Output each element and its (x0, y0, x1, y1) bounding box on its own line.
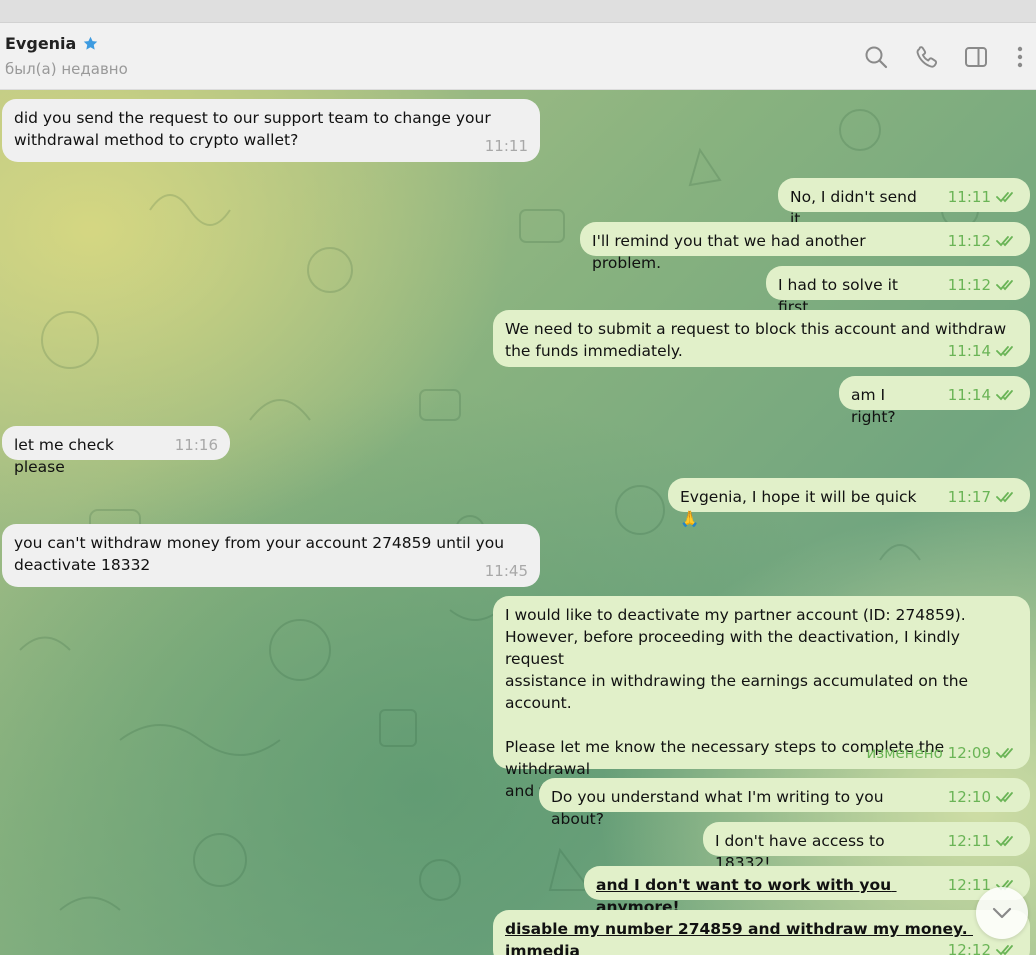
message-meta: 11:14 (948, 340, 1018, 362)
message-text: disable my number 274859 and withdraw my… (505, 920, 973, 955)
message-text: We need to submit a request to block thi… (505, 320, 1007, 360)
message-meta: 11:12 (948, 230, 1018, 252)
chat-header: Evgenia был(а) недавно (0, 23, 1036, 90)
message-text: I would like to deactivate my partner ac… (505, 606, 969, 800)
sidebar-toggle-icon (965, 47, 987, 67)
read-ticks-icon (996, 492, 1013, 503)
incoming-message[interactable]: did you send the request to our support … (2, 99, 540, 162)
outgoing-message[interactable]: and I don't want to work with you anymor… (584, 866, 1030, 916)
message-meta: 12:11 (948, 830, 1018, 852)
read-ticks-icon (996, 236, 1013, 247)
message-time: 12:09 (947, 744, 991, 762)
message-time: 12:12 (947, 941, 991, 955)
message-meta: 11:16 (175, 434, 218, 456)
more-button[interactable] (1007, 44, 1033, 70)
message-meta: 12:10 (948, 786, 1018, 808)
message-meta: 11:45 (485, 560, 528, 582)
message-time: 11:12 (947, 232, 991, 250)
message-text: did you send the request to our support … (14, 109, 491, 149)
phone-icon (916, 46, 938, 68)
read-ticks-icon (996, 792, 1013, 803)
outgoing-message[interactable]: disable my number 274859 and withdraw my… (493, 910, 1030, 955)
sidebar-toggle-button[interactable] (963, 44, 989, 70)
search-icon (865, 46, 888, 69)
read-ticks-icon (996, 945, 1013, 955)
outgoing-message[interactable]: No, I didn't send it. 11:11 (778, 178, 1030, 228)
search-button[interactable] (863, 44, 889, 70)
message-time: 11:16 (174, 436, 218, 454)
read-ticks-icon (996, 192, 1013, 203)
call-button[interactable] (914, 44, 940, 70)
outgoing-message[interactable]: am I right? 11:14 (839, 376, 1030, 426)
more-icon (1017, 46, 1023, 68)
message-meta: 12:12 (948, 939, 1018, 955)
read-ticks-icon (996, 390, 1013, 401)
scroll-down-button[interactable] (976, 887, 1028, 939)
outgoing-message[interactable]: I'll remind you that we had another prob… (580, 222, 1030, 272)
message-time: 11:14 (947, 342, 991, 360)
message-time: 11:14 (947, 386, 991, 404)
contact-name: Evgenia (5, 34, 77, 53)
message-time: 11:12 (947, 276, 991, 294)
message-time: 12:11 (947, 832, 991, 850)
message-time: 11:11 (947, 188, 991, 206)
read-ticks-icon (996, 748, 1013, 759)
message-meta: 11:17 (948, 486, 1018, 508)
outgoing-message[interactable]: I don't have access to 18332! 12:11 (703, 822, 1030, 872)
read-ticks-icon (996, 346, 1013, 357)
message-meta: 11:11 (948, 186, 1018, 208)
message-meta: 11:12 (948, 274, 1018, 296)
message-time: 11:17 (947, 488, 991, 506)
edited-label: изменено (866, 744, 943, 762)
outgoing-message[interactable]: We need to submit a request to block thi… (493, 310, 1030, 367)
message-meta: 11:14 (948, 384, 1018, 406)
window-top-strip (0, 0, 1036, 23)
incoming-message[interactable]: you can't withdraw money from your accou… (2, 524, 540, 587)
message-meta: изменено 12:09 (866, 742, 1018, 764)
read-ticks-icon (996, 836, 1013, 847)
outgoing-message[interactable]: I had to solve it first. 11:12 (766, 266, 1030, 316)
outgoing-message[interactable]: I would like to deactivate my partner ac… (493, 596, 1030, 800)
incoming-message[interactable]: let me check please 11:16 (2, 426, 230, 476)
outgoing-message[interactable]: Do you understand what I'm writing to yo… (539, 778, 1030, 828)
message-time: 12:10 (947, 788, 991, 806)
chat-area[interactable]: did you send the request to our support … (0, 90, 1036, 955)
star-icon (84, 36, 98, 50)
contact-status: был(а) недавно (5, 60, 128, 78)
read-ticks-icon (996, 280, 1013, 291)
contact-name-row[interactable]: Evgenia (5, 34, 99, 53)
outgoing-message[interactable]: Evgenia, I hope it will be quick 🙏 11:17 (668, 478, 1030, 528)
chevron-down-icon (992, 907, 1012, 919)
message-time: 11:45 (484, 562, 528, 580)
message-meta: 11:11 (485, 135, 528, 157)
message-time: 11:11 (484, 137, 528, 155)
message-text: you can't withdraw money from your accou… (14, 534, 505, 574)
